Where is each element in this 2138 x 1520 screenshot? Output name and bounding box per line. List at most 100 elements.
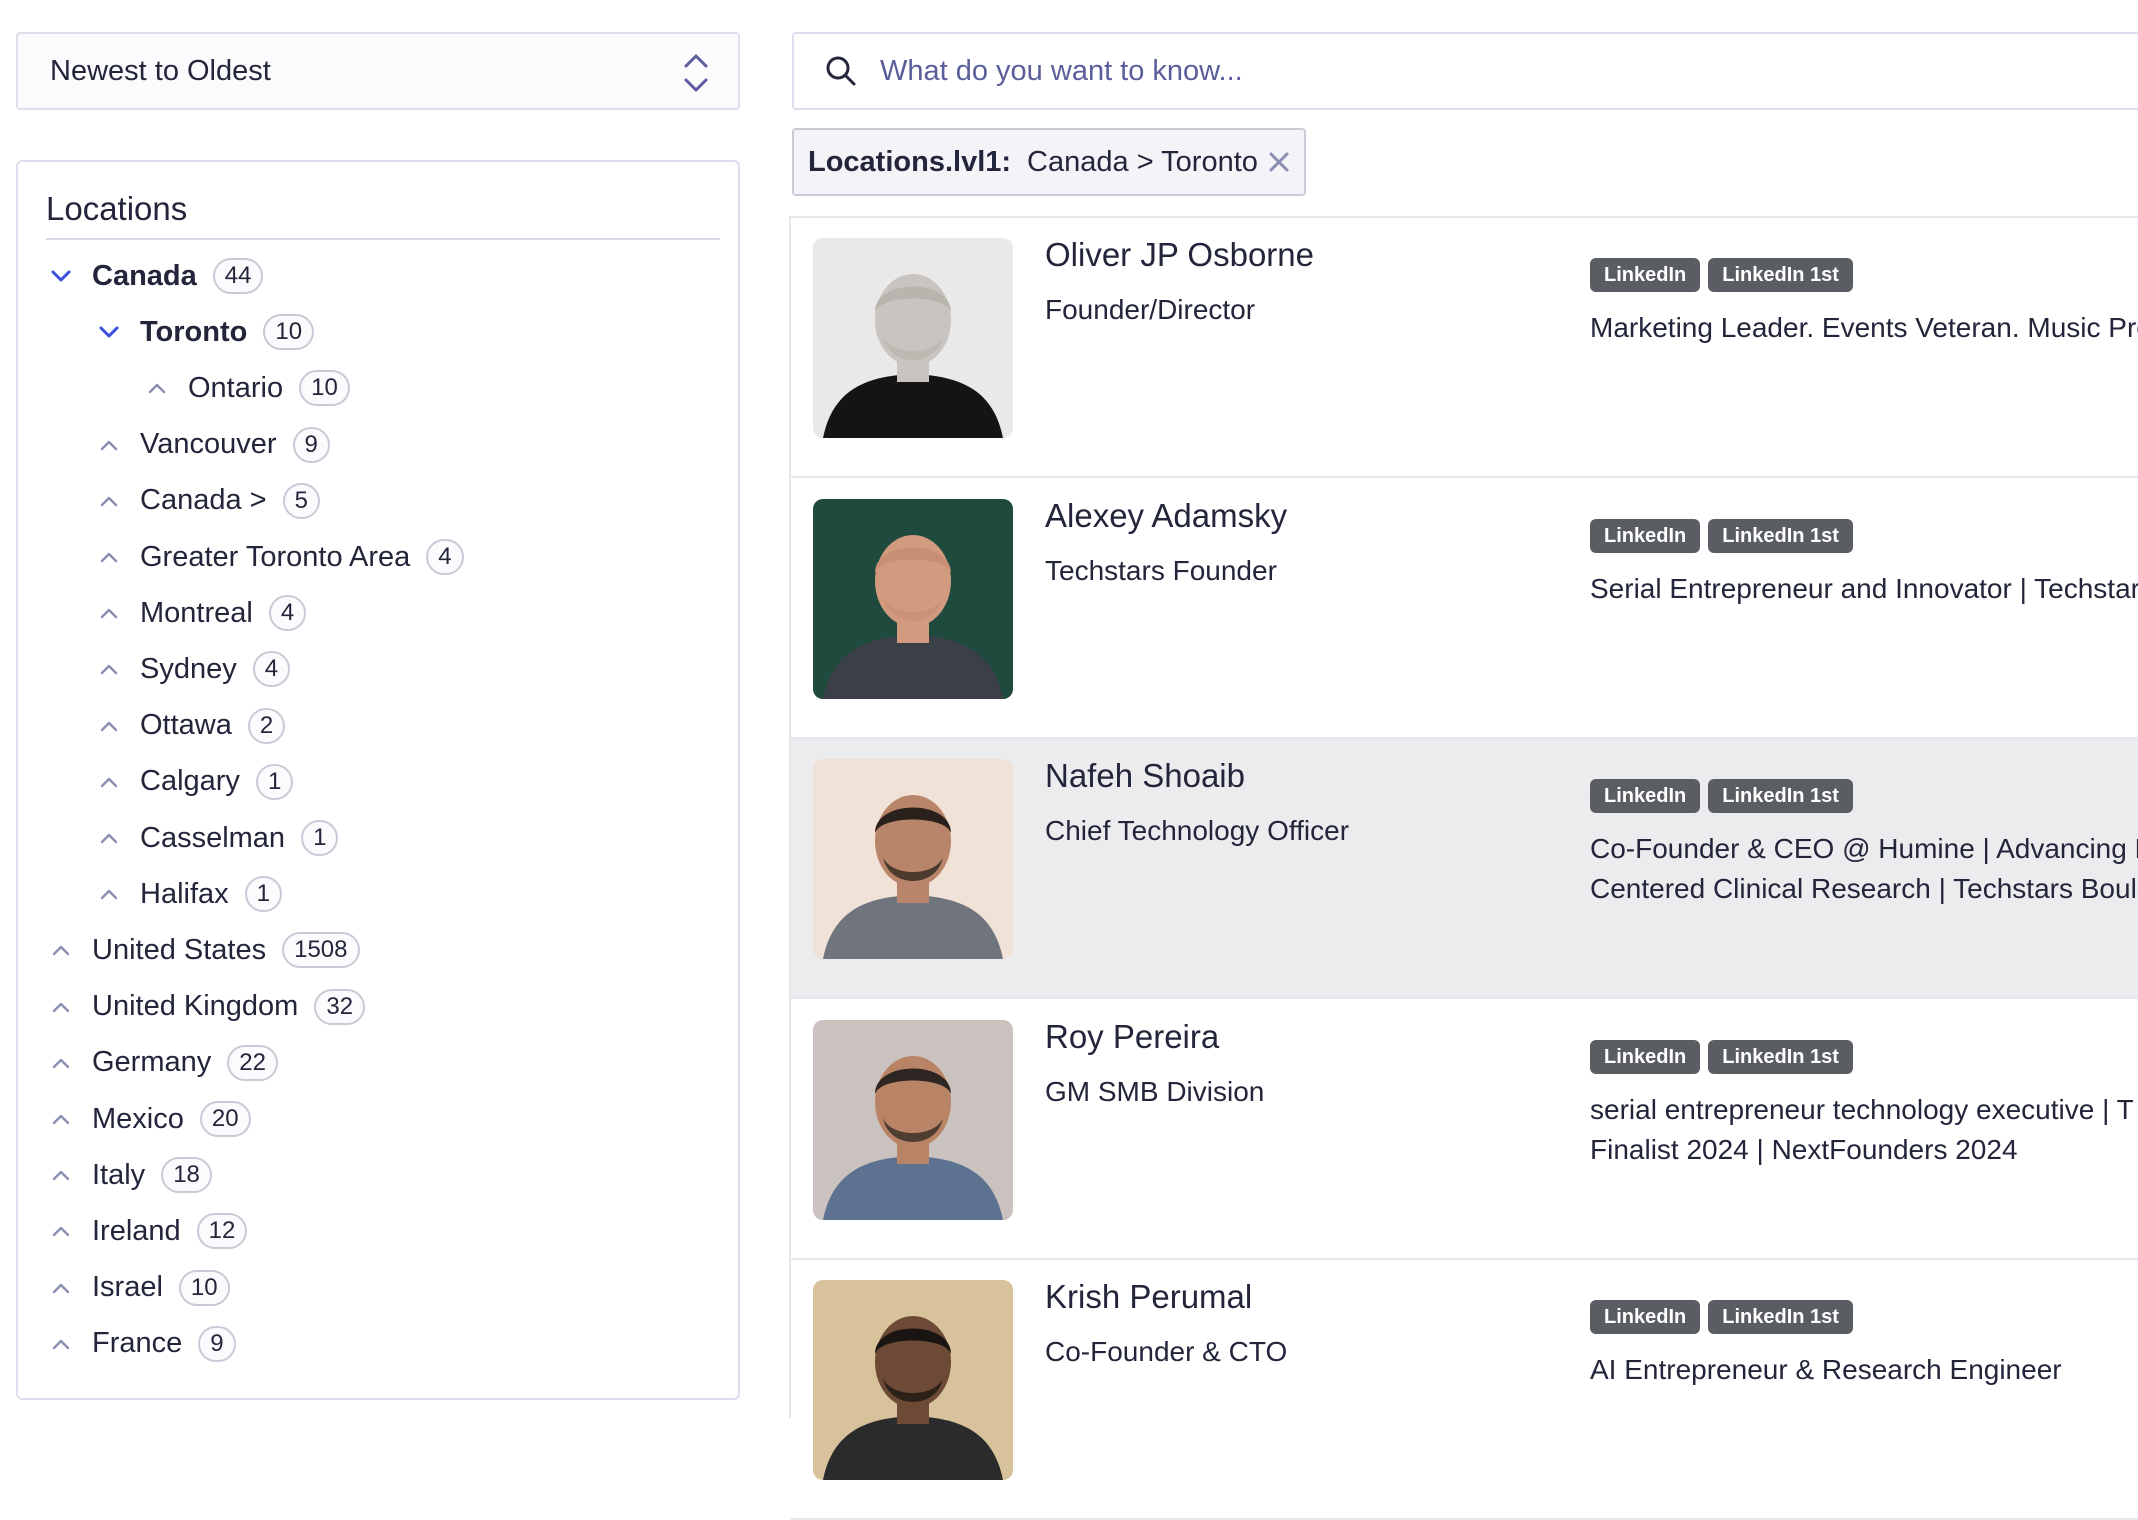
facet-item[interactable]: Montreal 4 [92,591,307,635]
chevron-down-icon [51,270,71,282]
facet-toggle[interactable] [44,1102,78,1136]
result-title: Co-Founder & CTO [1045,1336,1288,1367]
facet-item[interactable]: Germany 22 [44,1041,278,1085]
linkedin-badge[interactable]: LinkedIn [1590,1039,1701,1074]
facet-toggle[interactable] [92,877,126,911]
close-icon [1269,152,1289,172]
search-box[interactable] [792,32,2138,110]
facet-item[interactable]: Ireland 12 [44,1209,248,1253]
search-input[interactable] [878,53,2082,89]
facet-toggle[interactable] [44,1271,78,1305]
result-badges: LinkedIn LinkedIn 1st [1590,1300,1853,1334]
sort-select[interactable]: Newest to Oldest [16,32,740,110]
facet-toggle[interactable] [44,933,78,967]
facet-item[interactable]: United Kingdom 32 [44,985,366,1029]
facet-item[interactable]: Calgary 1 [92,760,294,804]
facet-toggle[interactable] [44,1046,78,1080]
linkedin-1st-badge[interactable]: LinkedIn 1st [1708,779,1853,813]
result-badges: LinkedIn LinkedIn 1st [1590,518,1853,553]
facet-label: Ottawa [140,709,232,742]
facet-label: Halifax [140,877,229,910]
facet-label: Calgary [140,765,240,798]
facet-toggle[interactable] [44,1158,78,1192]
result-card[interactable]: Alexey Adamsky Techstars Founder LinkedIn L… [791,479,2138,739]
facet-count: 10 [178,1269,230,1306]
facet-label: Italy [92,1158,146,1191]
facet-count: 4 [268,595,307,632]
chevron-up-icon [100,552,118,563]
facet-item[interactable]: Canada > 5 [92,479,320,523]
facet-item[interactable]: United States 1508 [44,928,360,972]
result-card[interactable]: Krish Perumal Co-Founder & CTO LinkedIn Lin… [791,1260,2138,1520]
remove-refinement-button[interactable] [1266,149,1292,175]
result-name[interactable]: Roy Pereira [1045,1018,1219,1056]
sort-selected-value: Newest to Oldest [50,54,271,87]
chevron-up-icon [52,1058,70,1068]
facet-toggle[interactable] [44,1214,78,1248]
facet-toggle[interactable] [92,821,126,855]
search-icon [826,56,856,86]
linkedin-badge[interactable]: LinkedIn [1590,779,1701,813]
result-badges: LinkedIn LinkedIn 1st [1590,258,1853,292]
chevron-up-icon [52,1002,70,1012]
linkedin-1st-badge[interactable]: LinkedIn 1st [1708,1039,1853,1074]
facet-title: Locations [46,190,720,240]
facet-toggle[interactable] [44,259,78,293]
facet-count: 2 [247,707,286,744]
chevron-up-icon [52,1339,70,1349]
linkedin-1st-badge[interactable]: LinkedIn 1st [1708,518,1853,553]
facet-toggle[interactable] [92,596,126,630]
profile-photo-image [813,498,1013,699]
facet-item[interactable]: Toronto 10 [92,310,315,354]
facet-toggle[interactable] [92,428,126,462]
facet-item[interactable]: Italy 18 [44,1153,212,1197]
result-headline: Co-Founder & CEO @ Humine | Advancing H … [1590,833,2138,904]
facet-count: 20 [199,1101,251,1137]
facet-item[interactable]: Ontario 10 [140,366,350,410]
facet-item[interactable]: Ottawa 2 [92,704,286,748]
facet-item[interactable]: Casselman 1 [92,816,339,860]
facet-count: 1 [255,763,294,800]
profile-photo-image [813,238,1013,438]
chevron-up-icon [148,384,166,394]
chevron-up-icon [100,440,118,450]
facet-item[interactable]: Canada 44 [44,254,264,298]
facet-label: Canada > [140,484,267,517]
result-card[interactable]: Oliver JP Osborne Founder/Director LinkedI… [791,218,2138,478]
facet-item[interactable]: Mexico 20 [44,1097,251,1141]
facet-label: Casselman [140,821,286,854]
result-name[interactable]: Oliver JP Osborne [1045,236,1314,274]
linkedin-badge[interactable]: LinkedIn [1590,1300,1701,1334]
profile-photo [813,1280,1013,1480]
facet-label: Mexico [92,1102,184,1135]
facet-toggle[interactable] [44,990,78,1024]
linkedin-1st-badge[interactable]: LinkedIn 1st [1708,1300,1853,1334]
facet-toggle[interactable] [140,371,174,405]
facet-toggle[interactable] [92,484,126,518]
facet-item[interactable]: Halifax 1 [92,872,283,916]
facet-toggle[interactable] [92,652,126,686]
linkedin-1st-badge[interactable]: LinkedIn 1st [1708,258,1853,292]
chevron-up-icon [52,1227,70,1237]
facet-toggle[interactable] [92,540,126,574]
result-name[interactable]: Krish Perumal [1045,1278,1252,1316]
result-name[interactable]: Nafeh Shoaib [1045,757,1245,795]
facet-item[interactable]: Israel 10 [44,1266,230,1310]
facet-toggle[interactable] [44,1327,78,1361]
facet-toggle[interactable] [92,765,126,799]
result-card[interactable]: Nafeh Shoaib Chief Technology Officer Link… [791,739,2138,999]
facet-item[interactable]: France 9 [44,1322,236,1366]
facet-toggle[interactable] [92,315,126,349]
facet-item[interactable]: Greater Toronto Area 4 [92,535,464,579]
result-badges: LinkedIn LinkedIn 1st [1590,1039,1853,1074]
facet-toggle[interactable] [92,709,126,743]
linkedin-badge[interactable]: LinkedIn [1590,518,1701,553]
facet-item[interactable]: Vancouver 9 [92,423,330,467]
facet-count: 9 [198,1325,236,1362]
linkedin-badge[interactable]: LinkedIn [1590,258,1701,292]
result-card[interactable]: Roy Pereira GM SMB Division LinkedIn Linked… [791,1000,2138,1260]
facet-item[interactable]: Sydney 4 [92,647,291,691]
result-name[interactable]: Alexey Adamsky [1045,497,1287,535]
sort-chevrons-icon [684,54,708,92]
profile-photo [813,1019,1013,1220]
